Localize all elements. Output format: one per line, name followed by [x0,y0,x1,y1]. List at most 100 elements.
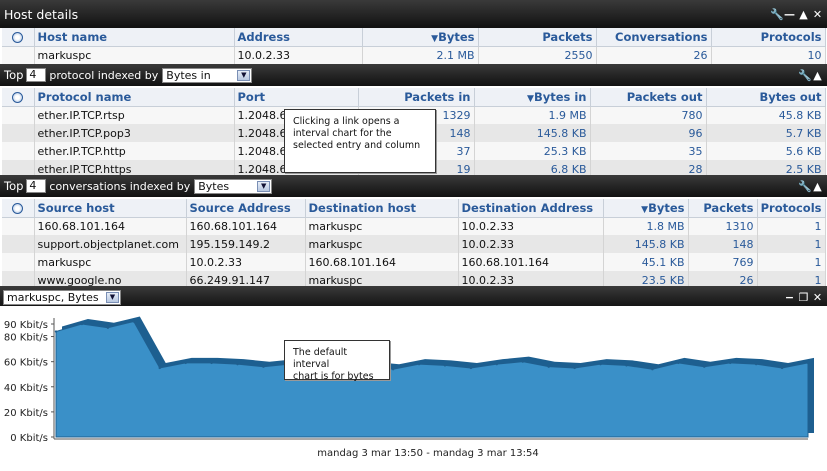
cell-bytes-out[interactable]: 5.6 KB [706,142,826,160]
cell-bytes-in[interactable]: 145.8 KB [474,124,591,142]
cell-address[interactable]: 10.0.2.33 [234,46,363,64]
col-destination-address[interactable]: Destination Address [458,199,604,218]
cell-source-host[interactable]: support.objectplanet.com [34,235,187,253]
table-row[interactable]: 160.68.101.164 160.68.101.164 markuspc 10.0… [2,217,826,235]
table-row[interactable]: support.objectplanet.com 195.159.149.2 mar… [2,235,826,253]
col-address[interactable]: Address [234,28,363,47]
table-row[interactable]: markuspc 10.0.2.33 2.1 MB 2550 26 10 [2,46,826,64]
col-source-host[interactable]: Source host [34,199,187,218]
tooltip-line: interval chart for the [293,128,392,139]
cell-source-host[interactable]: markuspc [34,253,187,271]
data-point [599,362,602,366]
cell-packets[interactable]: 1310 [688,217,758,235]
cell-bytes[interactable]: 45.1 KB [603,253,689,271]
col-packets-in[interactable]: Packets in [358,88,475,107]
cell-packets[interactable]: 2550 [478,46,597,64]
cell-protocol[interactable]: ether.IP.TCP.pop3 [34,124,235,142]
col-packets-out[interactable]: Packets out [590,88,707,107]
table-row[interactable]: markuspc 10.0.2.33 160.68.101.164 160.68.10… [2,253,826,271]
cell-conversations[interactable]: 26 [596,46,712,64]
cell-source-host[interactable]: 160.68.101.164 [34,217,187,235]
col-protocol-name[interactable]: Protocol name [34,88,235,107]
col-bytes[interactable]: ▼Bytes [603,199,689,218]
maximize-icon[interactable]: ▲ [798,8,809,21]
protocol-index-select[interactable]: Bytes in ▼ [162,67,253,83]
tooltip-line: chart is for bytes [293,371,374,382]
collapse-icon[interactable]: ▲ [812,180,823,193]
column-config-icon[interactable] [2,199,35,218]
cell-destination-address[interactable]: 10.0.2.33 [458,217,604,235]
cell-destination-host[interactable]: 160.68.101.164 [305,253,459,271]
col-protocols[interactable]: Protocols [757,199,826,218]
cell-bytes[interactable]: 2.1 MB [362,46,479,64]
col-bytes-out[interactable]: Bytes out [706,88,826,107]
y-tick-label: 60 Kbit/s [4,358,48,369]
cell-destination-address[interactable]: 10.0.2.33 [458,235,604,253]
data-point [54,330,58,333]
cell-protocols[interactable]: 1 [757,253,826,271]
chart-svg: 0 Kbit/s 20 Kbit/s 40 Kbit/s 60 Kbit/s 80 Kb… [4,316,814,459]
host-table-header: Host name Address ▼Bytes Packets Convers… [2,28,826,47]
tooltip-line: selected entry and column [293,140,421,151]
col-conversations[interactable]: Conversations [596,28,712,47]
col-source-address[interactable]: Source Address [186,199,306,218]
cell-protocol[interactable]: ether.IP.TCP.http [34,142,235,160]
wrench-icon[interactable]: 🔧 [770,8,784,21]
cell-bytes[interactable]: 1.8 MB [603,217,689,235]
host-table: Host name Address ▼Bytes Packets Convers… [2,28,826,64]
cell-host[interactable]: markuspc [34,46,235,64]
interval-chart[interactable]: 0 Kbit/s 20 Kbit/s 40 Kbit/s 60 Kbit/s 80 Kb… [0,306,827,468]
col-protocols[interactable]: Protocols [711,28,826,47]
cell-source-address[interactable]: 195.159.149.2 [186,235,306,253]
data-point [132,320,135,323]
cell-packets-out[interactable]: 780 [590,106,707,124]
data-point [236,362,239,366]
cell-bytes[interactable]: 145.8 KB [603,235,689,253]
cell-bytes-in[interactable]: 1.9 MB [474,106,591,124]
cell-protocol[interactable]: ether.IP.TCP.rtsp [34,106,235,124]
col-packets[interactable]: Packets [478,28,597,47]
protocol-panel-controls: 🔧 ▲ [798,64,823,86]
chart-tooltip: The default interval chart is for bytes [284,340,390,382]
col-destination-host[interactable]: Destination host [305,199,459,218]
cell-destination-host[interactable]: markuspc [305,235,459,253]
wrench-icon[interactable]: 🔧 [798,180,812,193]
data-point [210,361,213,365]
close-icon[interactable]: ✕ [812,291,823,304]
cell-source-address[interactable]: 160.68.101.164 [186,217,306,235]
x-axis-label: mandag 3 mar 13:50 - mandag 3 mar 13:54 [317,448,538,459]
column-config-icon[interactable] [2,28,35,47]
cell-bytes-out[interactable]: 5.7 KB [706,124,826,142]
col-packets[interactable]: Packets [688,199,758,218]
cell-protocols[interactable]: 1 [757,217,826,235]
cell-destination-address[interactable]: 160.68.101.164 [458,253,604,271]
cell-packets[interactable]: 769 [688,253,758,271]
wrench-icon[interactable]: 🔧 [798,69,812,82]
cell-bytes-out[interactable]: 45.8 KB [706,106,826,124]
cell-bytes-in[interactable]: 25.3 KB [474,142,591,160]
chart-entry-select[interactable]: markuspc, Bytes ▼ [3,289,121,305]
cell-destination-host[interactable]: markuspc [305,217,459,235]
cell-source-address[interactable]: 10.0.2.33 [186,253,306,271]
cell-protocols[interactable]: 10 [711,46,826,64]
restore-icon[interactable]: ❐ [798,291,809,304]
col-port[interactable]: Port [234,88,359,107]
column-config-icon[interactable] [2,88,35,107]
minimize-icon[interactable]: − [784,291,795,304]
cell-packets-out[interactable]: 35 [590,142,707,160]
protocol-top-input[interactable]: 4 [26,68,47,82]
cell-protocols[interactable]: 1 [757,235,826,253]
col-host-name[interactable]: Host name [34,28,235,47]
close-icon[interactable]: ✕ [812,8,823,21]
conversation-table-header: Source host Source Address Destination h… [2,199,826,218]
cell-packets[interactable]: 148 [688,235,758,253]
protocol-indexed-label: protocol indexed by [49,68,159,82]
conversation-top-label: Top [4,179,24,193]
col-bytes-in[interactable]: ▼Bytes in [474,88,591,107]
minimize-icon[interactable]: — [784,8,795,21]
conversation-top-input[interactable]: 4 [26,179,47,193]
conversation-index-select[interactable]: Bytes ▼ [194,178,273,194]
collapse-icon[interactable]: ▲ [812,69,823,82]
cell-packets-out[interactable]: 96 [590,124,707,142]
col-bytes[interactable]: ▼Bytes [362,28,479,47]
